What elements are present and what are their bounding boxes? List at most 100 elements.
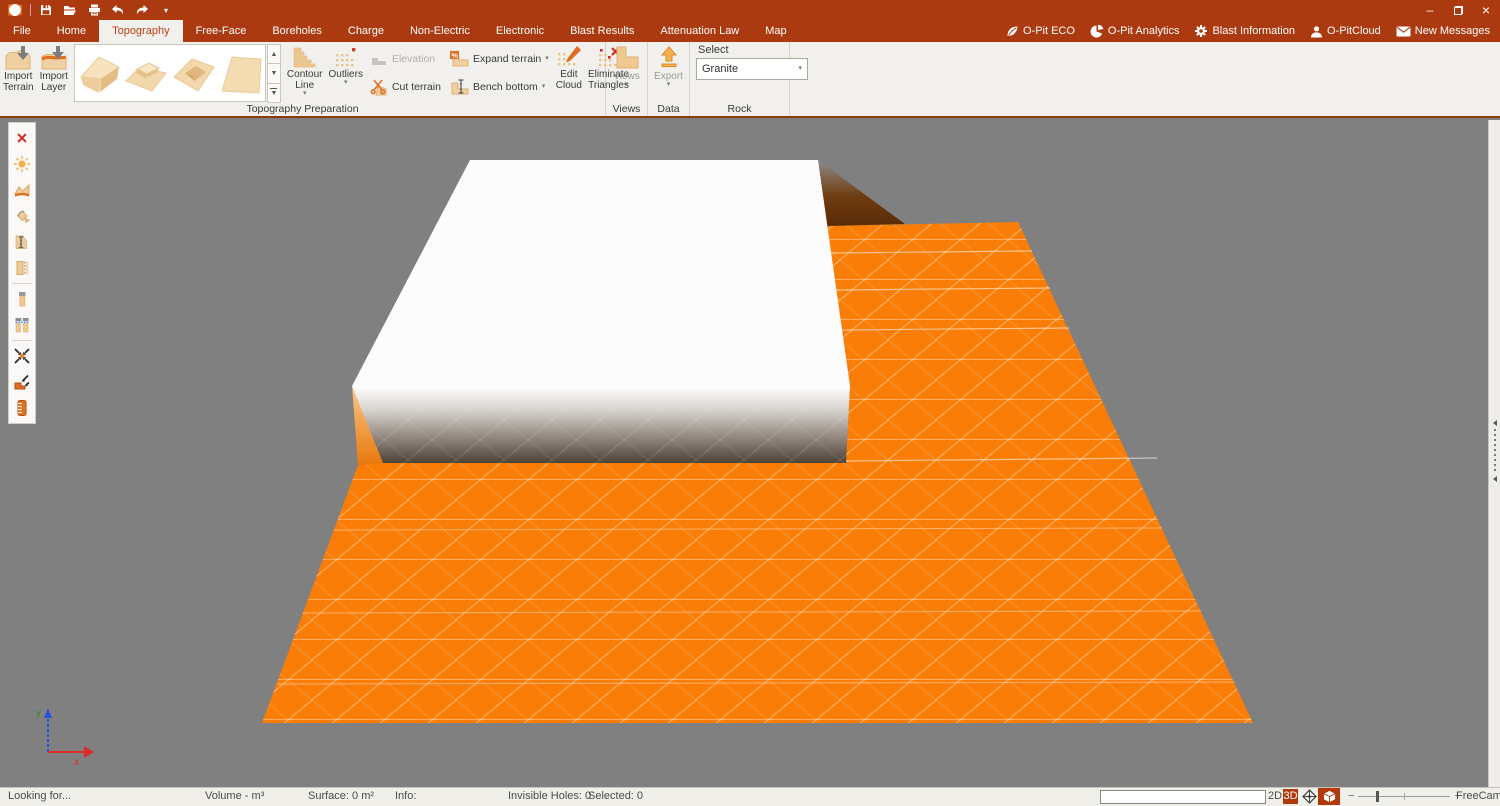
bench-height-button[interactable] [9, 229, 35, 255]
rock-type-value: Granite [702, 63, 739, 75]
rock-select-label: Select [698, 44, 729, 56]
gallery-thumb-pit[interactable] [172, 47, 216, 99]
service-blast-information[interactable]: Blast Information [1194, 24, 1295, 38]
gallery-items [73, 44, 266, 102]
cut-terrain-button[interactable]: Cut terrain [370, 76, 441, 98]
tab-home[interactable]: Home [44, 20, 99, 42]
gallery-thumb-flat[interactable] [219, 47, 263, 99]
viewport-3d[interactable]: y x [0, 120, 1488, 788]
leaf-icon [1007, 26, 1018, 36]
restore-button[interactable] [1444, 0, 1472, 20]
close-button[interactable]: × [1472, 0, 1500, 20]
service-label: Blast Information [1212, 25, 1295, 37]
column-capped-button[interactable] [9, 286, 35, 312]
tab-charge[interactable]: Charge [335, 20, 397, 42]
view-3d-button[interactable]: 3D [1283, 789, 1298, 804]
import-terrain-button[interactable]: Import Terrain [0, 44, 37, 104]
qat-more-dropdown[interactable]: ▾ [155, 1, 177, 19]
expand-terrain-icon: % [449, 51, 469, 67]
cube-view-button[interactable] [1318, 788, 1340, 805]
camera-mode-label[interactable]: FreeCam [1456, 790, 1500, 802]
expand-terrain-button[interactable]: % Expand terrain ▾ [449, 48, 549, 70]
rock-type-combobox[interactable]: Granite ▾ [696, 58, 808, 80]
tab-attenuation-law[interactable]: Attenuation Law [647, 20, 752, 42]
gallery-thumb-mound[interactable] [124, 47, 168, 99]
splitter-grip[interactable] [1491, 420, 1498, 482]
button-label: Terrain [3, 82, 34, 93]
views-button[interactable]: Views ▾ [610, 44, 644, 104]
wall-panel-button[interactable] [9, 255, 35, 281]
dropdown-caret-icon: ▾ [343, 79, 348, 86]
axis-indicator: y x [36, 708, 94, 768]
fill-bucket-button[interactable] [9, 203, 35, 229]
service-new-messages[interactable]: New Messages [1396, 25, 1490, 37]
restore-icon [1453, 5, 1463, 15]
open-button[interactable] [59, 1, 81, 19]
contour-line-button[interactable]: Contour Line ▾ [284, 44, 326, 104]
import-terrain-icon [5, 46, 31, 70]
service-opit-analytics[interactable]: O-Pit Analytics [1090, 24, 1179, 38]
status-selected: Selected: 0 [588, 790, 644, 802]
gallery-scroll-down-button[interactable]: ▼ [266, 63, 281, 84]
snap-to-terrain-button[interactable] [9, 369, 35, 395]
gallery-scroll-up-button[interactable]: ▲ [266, 44, 281, 65]
group-label: Views [612, 103, 641, 115]
outliers-button[interactable]: Outliers ▾ [326, 44, 366, 104]
edit-cloud-icon [557, 46, 581, 66]
gallery-thumb-ramp[interactable] [77, 47, 121, 99]
close-panel-button[interactable] [9, 125, 35, 151]
columns-water-button[interactable] [9, 312, 35, 338]
export-button[interactable]: Export ▾ [651, 44, 686, 104]
right-panel-splitter[interactable] [1488, 120, 1500, 788]
redo-button[interactable] [131, 1, 153, 19]
tab-blast-results[interactable]: Blast Results [557, 20, 647, 42]
isometric-view-button[interactable] [1302, 789, 1317, 806]
dropdown-caret-icon: ▾ [666, 81, 671, 88]
sun-shading-button[interactable] [9, 151, 35, 177]
print-button[interactable] [83, 1, 105, 19]
tab-electronic[interactable]: Electronic [483, 20, 557, 42]
gear-icon [1195, 25, 1208, 37]
status-search-input[interactable] [1100, 790, 1266, 804]
fit-view-button[interactable] [9, 343, 35, 369]
edit-cloud-button[interactable]: Edit Cloud [553, 44, 585, 104]
gallery-scroll-arrows: ▲ ▼ ▼ [266, 44, 281, 103]
ribbon-group-rock: Select Granite ▾ Rock [690, 42, 808, 116]
pie-chart-icon [1090, 24, 1104, 38]
export-icon [660, 46, 677, 68]
tab-topography[interactable]: Topography [99, 20, 183, 42]
gallery-expand-button[interactable]: ▼ [266, 82, 281, 103]
service-opit-eco[interactable]: O-Pit ECO [1005, 25, 1075, 38]
elevation-button[interactable]: Elevation [370, 48, 441, 70]
splitter-arrow-icon [1492, 420, 1497, 426]
button-label: Contour [286, 69, 323, 80]
ruler-button[interactable] [9, 395, 35, 421]
minimize-button[interactable]: – [1416, 0, 1444, 20]
import-layer-button[interactable]: Import Layer [37, 44, 71, 104]
ribbon-group-views: Views ▾ Views [606, 42, 648, 116]
wall-panel-icon [16, 261, 29, 275]
zoom-slider-control: − + [1348, 790, 1461, 802]
bench-bottom-button[interactable]: Bench bottom ▾ [449, 76, 549, 98]
ribbon-group-topography-preparation: Import Terrain Import Layer ▲ ▼ ▼ Contou… [0, 42, 629, 116]
status-looking-for: Looking for... [8, 790, 71, 802]
tab-free-face[interactable]: Free-Face [183, 20, 260, 42]
undo-button[interactable] [107, 1, 129, 19]
service-opitcloud[interactable]: O-PitCloud [1310, 25, 1381, 38]
zoom-slider-handle[interactable] [1376, 791, 1380, 802]
status-info: Info: [395, 790, 417, 802]
tab-non-electric[interactable]: Non-Electric [397, 20, 483, 42]
tab-map[interactable]: Map [752, 20, 799, 42]
button-label: Import [39, 71, 68, 82]
zoom-out-button[interactable]: − [1348, 790, 1354, 802]
view-2d-button[interactable]: 2D [1268, 790, 1282, 802]
zoom-slider-track[interactable] [1358, 790, 1451, 802]
tab-file[interactable]: File [0, 20, 44, 42]
app-logo-icon[interactable] [4, 1, 26, 19]
axis-x-label: x [74, 757, 79, 768]
service-label: New Messages [1414, 25, 1490, 37]
terrain-layer-button[interactable] [9, 177, 35, 203]
tab-boreholes[interactable]: Boreholes [259, 20, 335, 42]
save-button[interactable] [35, 1, 57, 19]
columns-water-icon [15, 318, 29, 333]
